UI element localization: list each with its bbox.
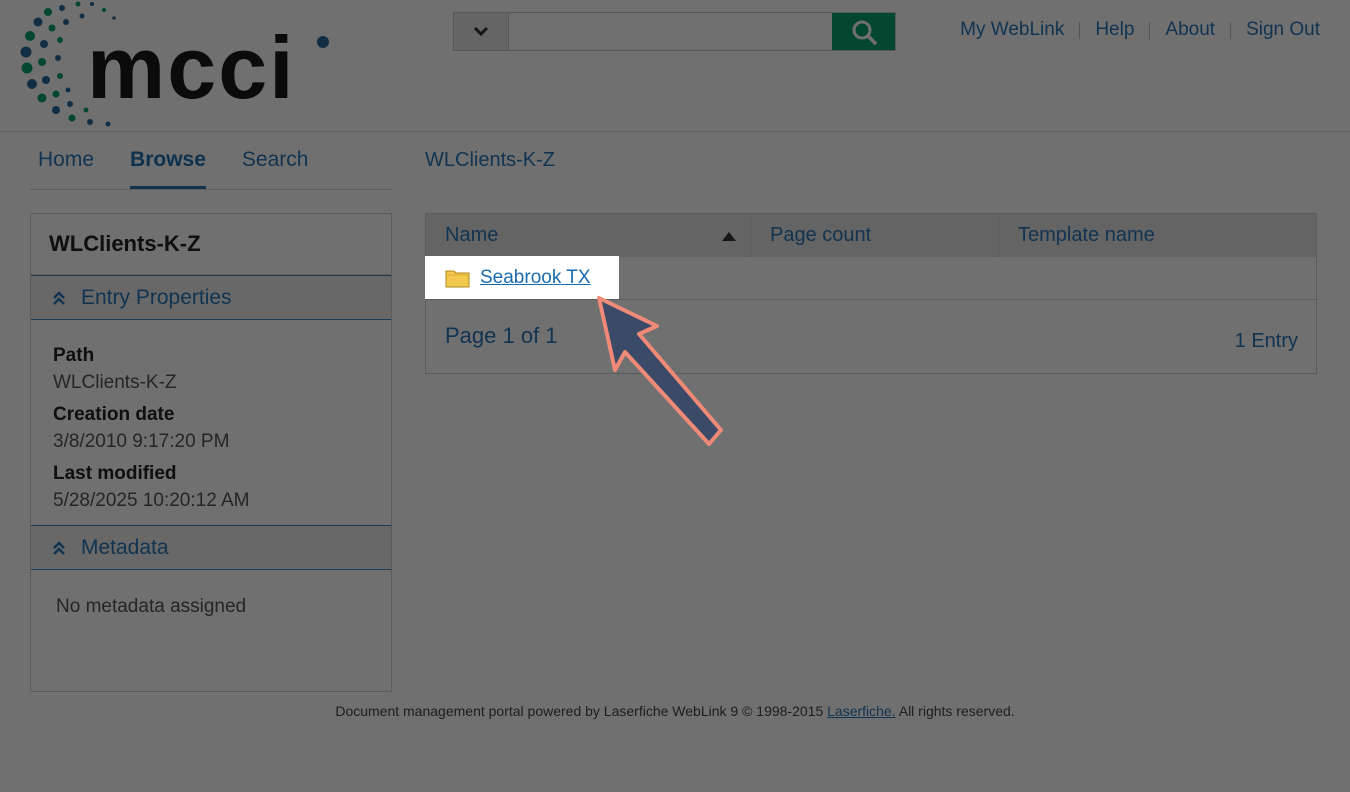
breadcrumb[interactable]: WLClients-K-Z (425, 149, 555, 172)
nav-tabs: Home Browse Search (30, 132, 391, 190)
tab-home[interactable]: Home (38, 132, 94, 189)
prop-value-last-modified: 5/28/2025 10:20:12 AM (53, 490, 250, 511)
sort-ascending-icon (722, 232, 736, 241)
top-links: My WebLink Help About Sign Out (960, 19, 1320, 41)
metadata-header[interactable]: Metadata (31, 525, 391, 570)
footer: Document management portal powered by La… (0, 703, 1350, 719)
footer-text: Document management portal powered by La… (335, 703, 828, 719)
metadata-label: Metadata (81, 535, 169, 559)
pager: Page 1 of 1 1 Entry (426, 300, 1316, 374)
table-header: Name Page count Template name (426, 214, 1316, 257)
folder-icon (445, 270, 470, 287)
pointer-arrow-icon (597, 296, 723, 446)
column-page-count[interactable]: Page count (751, 214, 999, 257)
tab-browse[interactable]: Browse (130, 132, 206, 189)
search-input[interactable] (509, 13, 832, 50)
column-template-name[interactable]: Template name (999, 214, 1316, 257)
divider (1079, 21, 1081, 39)
divider (1149, 21, 1151, 39)
mcci-logo[interactable]: mcci (12, 0, 332, 132)
seabrook-tx-link[interactable]: Seabrook TX (480, 267, 591, 289)
prop-value-creation-date: 3/8/2010 9:17:20 PM (53, 431, 230, 452)
entry-properties-label: Entry Properties (81, 285, 232, 309)
help-link[interactable]: Help (1095, 19, 1134, 41)
column-name[interactable]: Name (426, 214, 751, 257)
chevron-double-up-icon (53, 540, 65, 555)
search-scope-dropdown[interactable] (454, 13, 509, 50)
search-bar (453, 12, 896, 51)
about-link[interactable]: About (1165, 19, 1215, 41)
svg-text:mcci: mcci (87, 18, 296, 117)
divider (1230, 21, 1232, 39)
search-button[interactable] (832, 13, 895, 50)
panel-title: WLClients-K-Z (31, 214, 391, 275)
prop-value-path: WLClients-K-Z (53, 372, 177, 393)
metadata-empty-text: No metadata assigned (56, 596, 247, 617)
prop-label-creation-date: Creation date (53, 404, 175, 425)
sign-out-link[interactable]: Sign Out (1246, 19, 1320, 41)
prop-label-path: Path (53, 345, 95, 366)
chevron-down-icon (473, 26, 489, 36)
properties-list: Path WLClients-K-Z Creation date 3/8/201… (31, 320, 391, 512)
prop-label-last-modified: Last modified (53, 463, 177, 484)
entry-panel: WLClients-K-Z Entry Properties Path WLCl… (30, 213, 392, 692)
chevron-double-up-icon (53, 290, 65, 305)
page-info: Page 1 of 1 (445, 323, 558, 348)
search-icon (852, 20, 877, 45)
header: mcci My WebLink Help About Sign Out (0, 0, 1350, 132)
laserfiche-link[interactable]: Laserfiche. (827, 703, 895, 719)
entry-count: 1 Entry (1234, 330, 1298, 352)
entry-properties-header[interactable]: Entry Properties (31, 275, 391, 320)
footer-text-end: All rights reserved. (895, 703, 1015, 719)
tab-search[interactable]: Search (242, 132, 309, 189)
my-weblink-link[interactable]: My WebLink (960, 19, 1064, 41)
column-name-label: Name (445, 224, 499, 246)
